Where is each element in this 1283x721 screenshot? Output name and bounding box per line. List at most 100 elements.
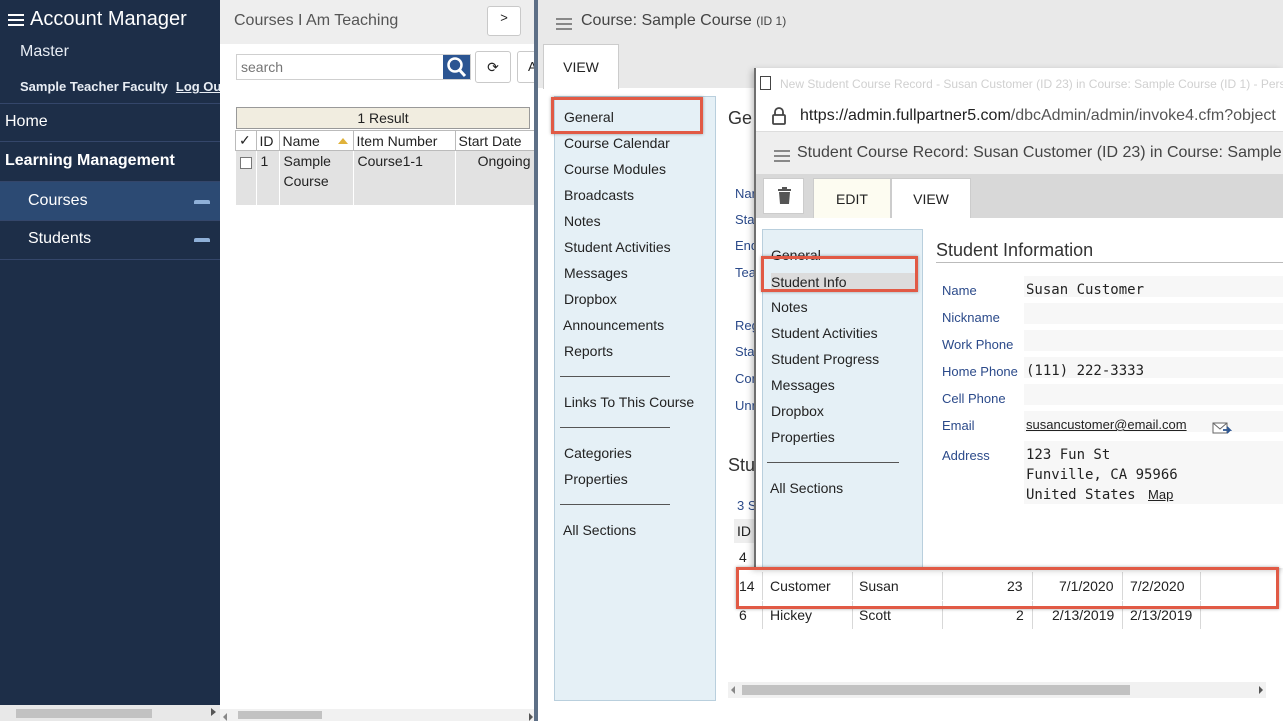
tab-view[interactable]: VIEW bbox=[543, 44, 619, 89]
menu-icon[interactable] bbox=[774, 147, 790, 165]
item-number-cell: Course1-1 bbox=[353, 150, 456, 205]
nav-item-properties[interactable]: Properties bbox=[771, 429, 835, 445]
scroll-left-icon[interactable] bbox=[223, 713, 227, 721]
expand-panel-button[interactable]: > bbox=[487, 6, 521, 36]
nav-item-messages[interactable]: Messages bbox=[771, 377, 835, 393]
field-label-name: Name bbox=[942, 283, 977, 298]
user-row: Sample Teacher Faculty Log Out bbox=[20, 79, 226, 94]
field-label-nickname: Nickname bbox=[942, 310, 1000, 325]
field-label-address: Address bbox=[942, 448, 990, 463]
horizontal-scrollbar[interactable] bbox=[220, 709, 536, 721]
nav-item-reports[interactable]: Reports bbox=[564, 343, 613, 359]
tab-edit[interactable]: EDIT bbox=[813, 178, 891, 218]
scroll-left-icon[interactable] bbox=[731, 686, 735, 694]
collapse-icon[interactable] bbox=[194, 200, 210, 204]
id-cell: 6 bbox=[739, 607, 747, 623]
scrollbar-thumb[interactable] bbox=[238, 711, 322, 719]
sidebar-item-learning-management[interactable]: Learning Management bbox=[0, 142, 220, 180]
divider bbox=[560, 504, 670, 505]
courses-table: ✓ ID Name Item Number Start Date 1 Sampl… bbox=[235, 130, 536, 205]
scroll-right-icon[interactable] bbox=[1259, 686, 1263, 694]
nav-item-all-sections[interactable]: All Sections bbox=[563, 522, 636, 538]
horizontal-scrollbar[interactable] bbox=[0, 705, 220, 721]
scrollbar-thumb[interactable] bbox=[742, 685, 1130, 695]
field-label-home-phone: Home Phone bbox=[942, 364, 1018, 379]
address-line: 123 Fun St bbox=[1026, 447, 1111, 463]
search-input[interactable] bbox=[237, 55, 444, 79]
sidebar-item-courses[interactable]: Courses bbox=[0, 182, 220, 220]
courses-panel: Courses I Am Teaching > ⟳ A 1 Result ✓ I… bbox=[220, 0, 536, 721]
nav-item-notes[interactable]: Notes bbox=[564, 213, 601, 229]
url-text[interactable]: https://admin.fullpartner5.com/dbcAdmin/… bbox=[800, 107, 1276, 125]
section-heading: Student Information bbox=[936, 240, 1094, 260]
menu-icon[interactable] bbox=[556, 15, 572, 33]
scroll-right-icon[interactable] bbox=[211, 708, 216, 716]
field-label: Unr bbox=[735, 398, 756, 413]
window-titlebar[interactable]: New Student Course Record - Susan Custom… bbox=[756, 68, 1283, 100]
search-button[interactable] bbox=[443, 55, 470, 79]
sidebar-item-home[interactable]: Home bbox=[0, 103, 220, 141]
email-link[interactable]: susancustomer@email.com bbox=[1026, 417, 1187, 432]
course-id: (ID 1) bbox=[756, 14, 787, 28]
highlight-student-row bbox=[736, 567, 1279, 609]
nav-item-course-modules[interactable]: Course Modules bbox=[564, 161, 666, 177]
column-header-select[interactable]: ✓ bbox=[235, 130, 257, 151]
date-cell: 2/13/2019 bbox=[1052, 607, 1115, 623]
nav-item-course-calendar[interactable]: Course Calendar bbox=[564, 135, 670, 151]
column-header-id[interactable]: ID bbox=[255, 130, 280, 151]
horizontal-scrollbar[interactable] bbox=[728, 682, 1266, 698]
field-label: Sta bbox=[735, 344, 755, 359]
map-link[interactable]: Map bbox=[1148, 487, 1173, 502]
address-bar[interactable]: https://admin.fullpartner5.com/dbcAdmin/… bbox=[756, 100, 1283, 132]
tab-view[interactable]: VIEW bbox=[891, 178, 971, 222]
id-cell: 1 bbox=[256, 150, 280, 205]
highlight-general bbox=[551, 97, 703, 134]
divider bbox=[936, 262, 1283, 263]
last-name-cell: Hickey bbox=[770, 607, 813, 623]
name-cell[interactable]: Sample Course bbox=[279, 150, 354, 205]
column-header-item-number[interactable]: Item Number bbox=[352, 130, 456, 151]
logout-link[interactable]: Log Out bbox=[176, 79, 226, 94]
sidebar-item-students[interactable]: Students bbox=[0, 220, 220, 258]
name-line: Course bbox=[283, 173, 329, 189]
refresh-button[interactable]: ⟳ bbox=[475, 51, 511, 83]
field-value-box bbox=[1024, 303, 1283, 325]
nav-item-dropbox[interactable]: Dropbox bbox=[771, 403, 824, 419]
student-record-popup: New Student Course Record - Susan Custom… bbox=[754, 68, 1283, 568]
sidebar-item-label: Courses bbox=[28, 192, 88, 209]
nav-item-notes[interactable]: Notes bbox=[771, 299, 808, 315]
nav-item-all-sections[interactable]: All Sections bbox=[770, 480, 843, 496]
divider bbox=[767, 462, 899, 463]
refresh-icon: ⟳ bbox=[487, 59, 499, 75]
panel-title: Course: Sample Course (ID 1) bbox=[581, 12, 786, 30]
trash-icon bbox=[778, 187, 791, 204]
column-header-start-date[interactable]: Start Date bbox=[454, 130, 536, 151]
nav-item-properties[interactable]: Properties bbox=[564, 471, 628, 487]
record-title: Student Course Record: Susan Customer (I… bbox=[797, 144, 1282, 161]
address-line: United States Map bbox=[1026, 487, 1173, 503]
scroll-right-icon[interactable] bbox=[529, 713, 533, 721]
nav-item-categories[interactable]: Categories bbox=[564, 445, 632, 461]
scrollbar-thumb[interactable] bbox=[16, 709, 152, 718]
delete-button[interactable] bbox=[763, 178, 804, 214]
nav-item-messages[interactable]: Messages bbox=[564, 265, 628, 281]
nav-item-student-activities[interactable]: Student Activities bbox=[564, 239, 671, 255]
row-checkbox[interactable] bbox=[239, 157, 252, 169]
nav-item-announcements[interactable]: Announcements bbox=[563, 317, 664, 333]
field-value-box bbox=[1024, 330, 1283, 352]
result-count: 1 Result bbox=[236, 107, 530, 129]
nav-item-student-progress[interactable]: Student Progress bbox=[771, 351, 879, 367]
table-row[interactable]: 1 Sample Course Course1-1 Ongoing bbox=[235, 150, 536, 205]
collapse-icon[interactable] bbox=[194, 238, 210, 242]
column-header-name[interactable]: Name bbox=[278, 130, 354, 151]
account-name[interactable]: Master bbox=[20, 43, 69, 61]
nav-item-links-to-this-course[interactable]: Links To This Course bbox=[564, 394, 694, 410]
nav-item-broadcasts[interactable]: Broadcasts bbox=[564, 187, 634, 203]
field-value-box bbox=[1024, 384, 1283, 406]
email-send-icon[interactable] bbox=[1212, 421, 1232, 435]
document-icon bbox=[760, 76, 771, 90]
nav-item-dropbox[interactable]: Dropbox bbox=[564, 291, 617, 307]
field-value-name: Susan Customer bbox=[1026, 282, 1145, 298]
nav-item-student-activities[interactable]: Student Activities bbox=[771, 325, 878, 341]
menu-icon[interactable] bbox=[8, 11, 24, 29]
